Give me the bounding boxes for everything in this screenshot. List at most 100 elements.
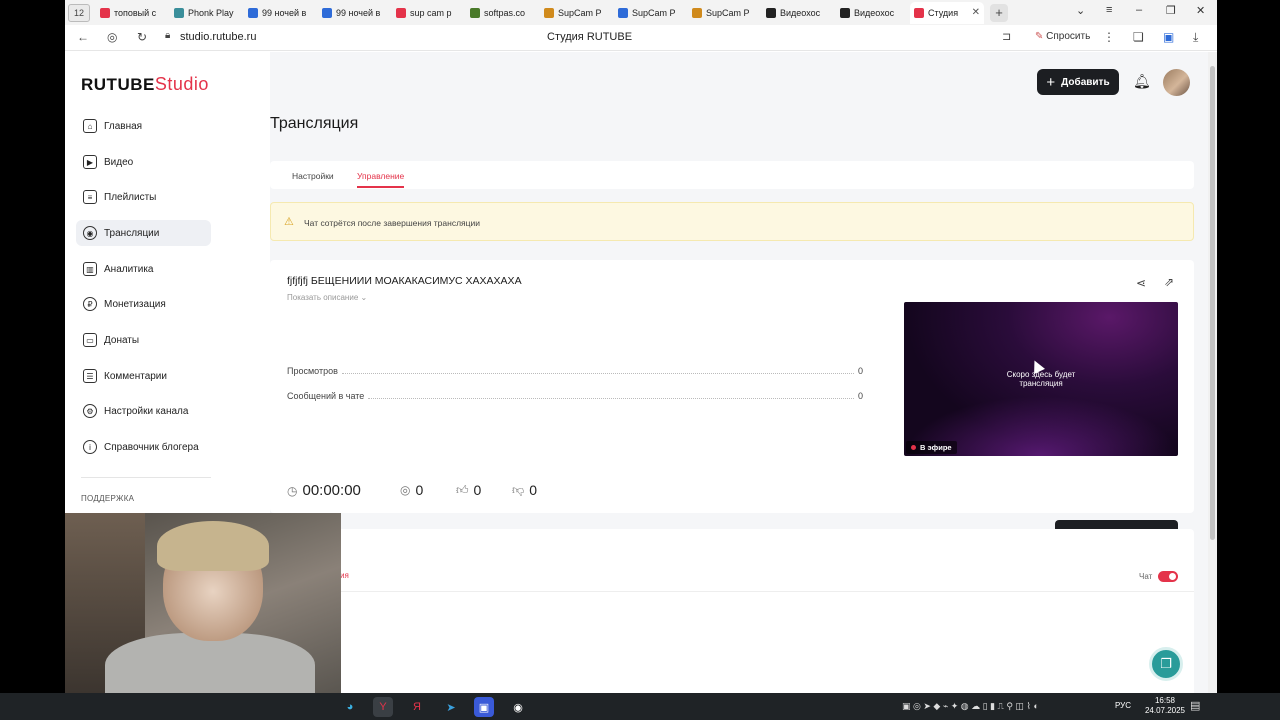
sidebar-item-home[interactable]: ⌂ Главная xyxy=(76,113,211,139)
webcam-person-shirt xyxy=(105,633,315,693)
lock-icon[interactable]: 🔒︎ xyxy=(165,30,170,41)
ask-label: Спросить xyxy=(1046,31,1091,42)
menu-icon[interactable]: ≡ xyxy=(1106,4,1112,16)
app-icon[interactable]: ▣ xyxy=(474,697,494,717)
show-description-link[interactable]: Показать описание ⌄ xyxy=(287,293,367,302)
telegram-icon[interactable]: ➤ xyxy=(441,697,461,717)
browser-tab[interactable]: топовый с xyxy=(96,2,170,24)
notifications-icon[interactable]: ▤ xyxy=(1190,699,1200,712)
stream-preview-player[interactable]: Скоро здесь будет трансляция В эфире xyxy=(904,302,1178,456)
likes-value: 0 xyxy=(473,482,482,498)
home-icon: ⌂ xyxy=(83,119,97,133)
sidebar-item-streams[interactable]: ◉ Трансляции xyxy=(76,220,211,246)
sidebar-item-label: Трансляции xyxy=(104,227,160,239)
minimize-icon[interactable]: – xyxy=(1136,4,1142,16)
sidebar-item-channel-settings[interactable]: ⚙ Настройки канала xyxy=(76,398,211,424)
close-tab-icon[interactable]: ✕ xyxy=(972,7,980,18)
browser-tab-label: SupCam P xyxy=(706,7,750,18)
chat-toggle[interactable] xyxy=(1158,571,1178,582)
browser-tab[interactable]: Phonk Play xyxy=(170,2,244,24)
sidebar-item-label: Плейлисты xyxy=(104,191,157,203)
dotted-leader xyxy=(341,373,854,374)
favicon-icon xyxy=(100,7,110,18)
sidebar-item-video[interactable]: ▶ Видео xyxy=(76,149,211,175)
thumbs-up-icon: 👍︎ xyxy=(456,482,469,497)
tab-management[interactable]: Управление xyxy=(357,171,405,188)
tray-icons[interactable]: ▣ ◎ ➤ ◆ ⌁ ✦ ◍ ☁ ▯ ▮ ⎍ ⚲ ◫ ⌇ ◐ xyxy=(902,701,1039,712)
more-icon[interactable]: ⋮ xyxy=(1103,30,1115,44)
browser-tab[interactable]: softpas.co xyxy=(466,2,540,24)
reload-icon[interactable]: ↻ xyxy=(137,30,147,44)
browser-tab[interactable]: 99 ночей в xyxy=(244,2,318,24)
show-description-label: Показать описание xyxy=(287,293,359,302)
bell-icon[interactable]: 🔔︎ xyxy=(1133,73,1151,90)
viewers-counter: ◎ 0 xyxy=(400,482,423,498)
logo-brand: RUTUBE xyxy=(81,75,155,94)
bookmark-icon[interactable]: ⊐ xyxy=(1002,30,1011,43)
browser-tab[interactable]: sup cam р xyxy=(392,2,466,24)
chevron-down-icon: ⌄ xyxy=(360,293,368,302)
sidebar-item-label: Видео xyxy=(104,156,134,168)
dislikes-value: 0 xyxy=(529,482,537,498)
collections-icon[interactable]: ❏ xyxy=(1133,30,1144,44)
sidebar-divider xyxy=(81,477,211,478)
browser-tab-label: softpas.co xyxy=(484,7,526,18)
sidebar-item-analytics[interactable]: ▥ Аналитика xyxy=(76,256,211,282)
obs-icon[interactable]: ◉ xyxy=(508,697,528,717)
restore-icon[interactable]: ❐ xyxy=(1166,4,1176,17)
chat-toggle-label: Чат xyxy=(1139,572,1153,581)
browser-tab[interactable]: SupCam P xyxy=(540,2,614,24)
scrollbar-thumb[interactable] xyxy=(1210,66,1215,540)
viewers-value: 0 xyxy=(415,482,424,498)
browser-tab[interactable]: Студия ✕ xyxy=(910,1,984,24)
favicon-icon xyxy=(766,7,776,18)
sidebar-item-monetization[interactable]: ₽ Монетизация xyxy=(76,291,211,317)
tab-search-icon[interactable]: ⌄ xyxy=(1076,4,1085,17)
ask-button[interactable]: ✎ Спросить xyxy=(1035,31,1090,42)
system-clock[interactable]: 16:58 24.07.2025 xyxy=(1140,696,1190,716)
edge-icon[interactable]: ◕ xyxy=(340,697,360,717)
browser-tab[interactable]: Видеохос xyxy=(762,2,836,24)
sidebar-item-comments[interactable]: ☰ Комментарии xyxy=(76,363,211,389)
external-link-icon[interactable]: ⇗ xyxy=(1164,275,1174,289)
screen: 12 топовый с Phonk Play 99 ночей в 99 ночей… xyxy=(0,0,1280,720)
share-icon[interactable]: ⋖ xyxy=(1136,276,1146,290)
language-indicator[interactable]: РУС xyxy=(1115,701,1131,710)
browser-tab-label: SupCam P xyxy=(558,7,602,18)
shield-icon[interactable]: ◎ xyxy=(107,30,117,44)
extension-icon[interactable]: ▣ xyxy=(1163,30,1174,44)
download-icon[interactable]: ⤓ xyxy=(1193,30,1198,45)
support-heading: ПОДДЕРЖКА xyxy=(81,494,135,503)
stat-label: Сообщений в чате xyxy=(287,391,365,401)
rutube-studio-logo[interactable]: RUTUBEStudio xyxy=(81,74,209,95)
help-chat-icon[interactable]: ❐ xyxy=(1149,647,1183,681)
browser-tab[interactable]: SupCam P xyxy=(614,2,688,24)
sidebar-item-playlists[interactable]: ≡ Плейлисты xyxy=(76,184,211,210)
close-window-icon[interactable]: ✕ xyxy=(1196,4,1205,17)
yandex-browser-icon[interactable]: Y xyxy=(373,697,393,717)
browser-tab[interactable]: SupCam P xyxy=(688,2,762,24)
sidebar-item-label: Справочник блогера xyxy=(104,441,199,453)
comments-icon: ☰ xyxy=(83,369,97,383)
sidebar-item-label: Донаты xyxy=(104,334,140,346)
sidebar-item-blogger-guide[interactable]: i Справочник блогера xyxy=(76,434,211,460)
browser-tab-label: Phonk Play xyxy=(188,7,234,18)
player-message-line2: трансляция xyxy=(1019,379,1063,388)
yandex-icon[interactable]: Я xyxy=(407,697,427,717)
tab-count-badge[interactable]: 12 xyxy=(68,3,90,22)
chat-tab-fragment[interactable]: ия xyxy=(340,571,349,580)
url-field[interactable]: studio.rutube.ru xyxy=(180,31,256,43)
browser-tab[interactable]: 99 ночей в xyxy=(318,2,392,24)
new-tab-button[interactable]: + xyxy=(990,3,1008,22)
page-scrollbar[interactable] xyxy=(1208,52,1217,693)
back-icon[interactable]: ← xyxy=(77,30,89,44)
browser-tab[interactable]: Видеохос xyxy=(836,2,910,24)
add-button[interactable]: + Добавить xyxy=(1037,69,1119,95)
avatar[interactable] xyxy=(1163,69,1190,96)
clock-icon: ◷ xyxy=(287,483,298,498)
warning-icon: ⚠ xyxy=(284,216,294,228)
plus-icon: + xyxy=(1046,73,1056,91)
tab-settings[interactable]: Настройки xyxy=(292,171,334,181)
sidebar-item-donations[interactable]: ▭ Донаты xyxy=(76,327,211,353)
video-icon: ▶ xyxy=(83,155,97,169)
